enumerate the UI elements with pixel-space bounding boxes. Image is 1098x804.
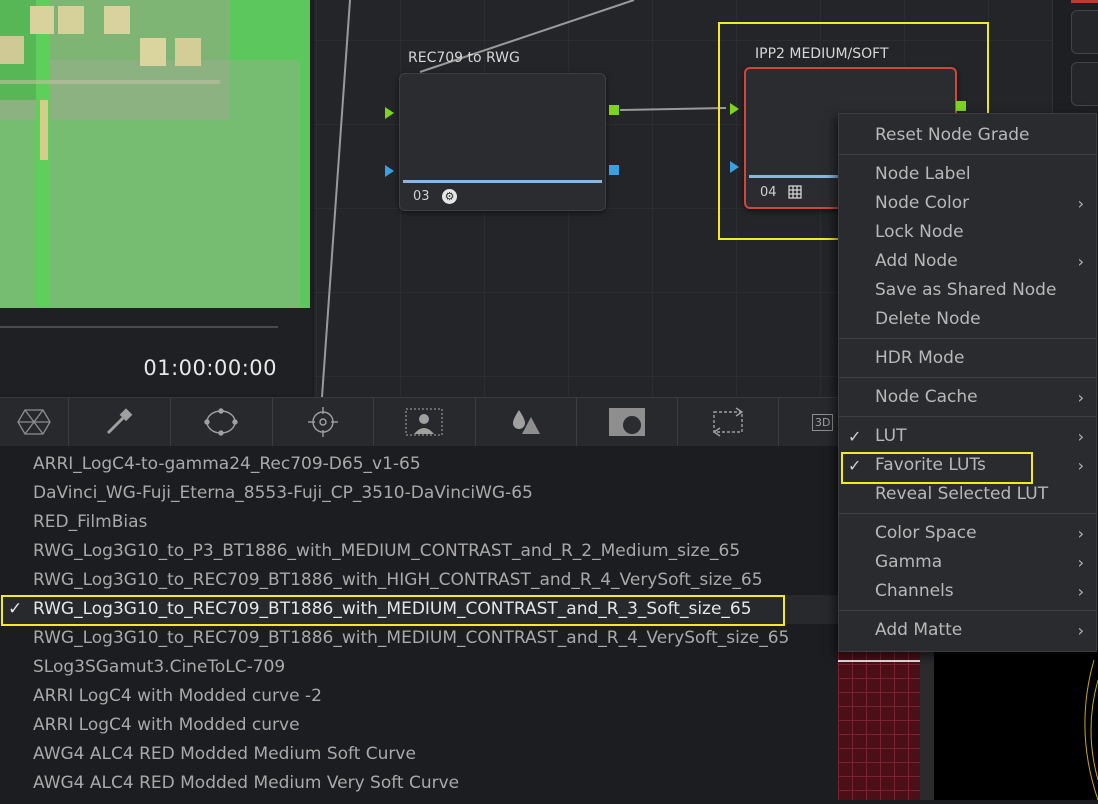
3d-label: 3D	[812, 413, 834, 431]
menu-item-label: Node Cache	[875, 387, 978, 407]
menu-separator	[839, 154, 1096, 155]
menu-item-lut[interactable]: ✓ LUT ›	[839, 422, 1096, 451]
tracker-icon[interactable]	[272, 398, 374, 446]
magic-mask-icon[interactable]	[373, 398, 476, 446]
menu-item-reset-node-grade[interactable]: Reset Node Grade	[839, 121, 1096, 150]
menu-item-add-node[interactable]: Add Node ›	[839, 247, 1096, 276]
menu-item-node-label[interactable]: Node Label	[839, 160, 1096, 189]
chevron-right-icon: ›	[1077, 252, 1084, 271]
menu-item-label: Delete Node	[875, 309, 981, 329]
chevron-right-icon: ›	[1077, 427, 1084, 446]
menu-item-channels[interactable]: Channels ›	[839, 577, 1096, 606]
side-panel-accent	[1071, 0, 1098, 3]
node-04-title: IPP2 MEDIUM/SOFT	[755, 46, 889, 62]
node-context-menu: Reset Node Grade Node Label Node Color › Loc…	[838, 113, 1097, 652]
node-04-key-input[interactable]	[730, 161, 739, 173]
menu-separator	[839, 377, 1096, 378]
menu-item-save-as-shared-node[interactable]: Save as Shared Node	[839, 276, 1096, 305]
window-circle-icon[interactable]	[170, 398, 273, 446]
favorite-luts-highlight-box	[841, 452, 1033, 484]
lut-item[interactable]: RWG_Log3G10_to_P3_BT1886_with_MEDIUM_CON…	[33, 537, 740, 566]
lut-grid-icon	[788, 184, 802, 199]
menu-item-color-space[interactable]: Color Space ›	[839, 519, 1096, 548]
key-icon[interactable]	[576, 398, 678, 446]
vectorscope-view	[934, 650, 1098, 801]
lut-list[interactable]: ARRI_LogC4-to-gamma24_Rec709-D65_v1-65 Da…	[0, 446, 838, 800]
menu-separator	[839, 416, 1096, 417]
node-03-title: REC709 to RWG	[408, 50, 520, 66]
menu-item-lock-node[interactable]: Lock Node	[839, 218, 1096, 247]
menu-item-hdr-mode[interactable]: HDR Mode	[839, 344, 1096, 373]
side-panel-button-2[interactable]	[1071, 62, 1098, 106]
menu-item-label: Channels	[875, 581, 954, 601]
chevron-right-icon: ›	[1077, 553, 1084, 572]
menu-separator	[839, 610, 1096, 611]
menu-item-label: LUT	[875, 426, 907, 446]
menu-item-node-cache[interactable]: Node Cache ›	[839, 383, 1096, 412]
chevron-right-icon: ›	[1077, 582, 1084, 601]
menu-item-add-matte[interactable]: Add Matte ›	[839, 616, 1096, 645]
menu-item-label: Lock Node	[875, 222, 964, 242]
node-03-rgb-output[interactable]	[609, 105, 619, 115]
menu-item-label: Reset Node Grade	[875, 125, 1030, 145]
lut-item[interactable]: AWG4 ALC4 RED Modded Medium Very Soft Cu…	[33, 769, 459, 798]
lut-item[interactable]: RWG_Log3G10_to_REC709_BT1886_with_HIGH_C…	[33, 566, 763, 595]
lut-item[interactable]: ARRI_LogC4-to-gamma24_Rec709-D65_v1-65	[33, 450, 421, 479]
viewer-panel: 01:00:00:00	[0, 0, 312, 395]
chevron-right-icon: ›	[1077, 388, 1084, 407]
menu-item-label: HDR Mode	[875, 348, 965, 368]
node-03-rgb-input[interactable]	[385, 107, 394, 119]
lut-item[interactable]: ARRI LogC4 with Modded curve -2	[33, 682, 322, 711]
node-03-number: 03	[413, 189, 430, 204]
sizing-icon[interactable]	[677, 398, 779, 446]
menu-item-label: Add Node	[875, 251, 958, 271]
palette-toolbar: 3D	[0, 397, 838, 446]
qualifier-eyedropper-icon[interactable]	[68, 398, 171, 446]
fx-icon: ⚙	[442, 189, 457, 204]
menu-item-label: Save as Shared Node	[875, 280, 1057, 300]
lut-item[interactable]: ARRI LogC4 with Modded curve	[33, 711, 300, 740]
side-panel-button-1[interactable]	[1071, 10, 1098, 54]
lut-selected-highlight-box	[1, 595, 785, 626]
chevron-right-icon: ›	[1077, 194, 1084, 213]
node-03-key-input[interactable]	[385, 165, 394, 177]
menu-item-label: Gamma	[875, 552, 943, 572]
menu-item-node-color[interactable]: Node Color ›	[839, 189, 1096, 218]
scope-view	[838, 650, 920, 800]
chevron-right-icon: ›	[1077, 456, 1084, 475]
menu-item-delete-node[interactable]: Delete Node	[839, 305, 1096, 334]
lut-item[interactable]: DaVinci_WG-Fuji_Eterna_8553-Fuji_CP_3510…	[33, 479, 533, 508]
chevron-right-icon: ›	[1077, 621, 1084, 640]
node-04-rgb-output[interactable]	[956, 101, 966, 111]
lut-item[interactable]: SLog3SGamut3.CineToLC-709	[33, 653, 285, 682]
menu-item-label: Node Label	[875, 164, 971, 184]
blur-icon[interactable]	[475, 398, 577, 446]
node-03-key-output[interactable]	[609, 165, 619, 175]
menu-item-label: Color Space	[875, 523, 977, 543]
menu-item-label: Node Color	[875, 193, 970, 213]
chevron-right-icon: ›	[1077, 524, 1084, 543]
node-03-bar	[403, 180, 602, 183]
viewer-image	[0, 0, 310, 308]
node-03[interactable]: 03 ⚙	[399, 73, 606, 211]
timecode: 01:00:00:00	[143, 356, 277, 380]
menu-separator	[839, 513, 1096, 514]
menu-item-reveal-selected-lut[interactable]: Reveal Selected LUT	[839, 480, 1096, 509]
scope-divider	[920, 650, 934, 800]
menu-item-gamma[interactable]: Gamma ›	[839, 548, 1096, 577]
menu-separator	[839, 338, 1096, 339]
scrub-bar[interactable]	[0, 326, 278, 328]
node-04-rgb-input[interactable]	[730, 103, 739, 115]
node-04-number: 04	[760, 185, 777, 200]
lut-item[interactable]: AWG4 ALC4 RED Modded Medium Soft Curve	[33, 740, 416, 769]
lut-selected-check: ✓	[8, 599, 23, 619]
check-icon: ✓	[848, 427, 862, 446]
lut-item[interactable]: RWG_Log3G10_to_REC709_BT1886_with_MEDIUM…	[33, 624, 789, 653]
color-wheels-icon[interactable]	[0, 398, 69, 446]
lut-item[interactable]: RED_FilmBias	[33, 508, 147, 537]
menu-item-label: Reveal Selected LUT	[875, 484, 1049, 504]
menu-item-label: Add Matte	[875, 620, 963, 640]
3d-icon[interactable]: 3D	[778, 398, 838, 446]
